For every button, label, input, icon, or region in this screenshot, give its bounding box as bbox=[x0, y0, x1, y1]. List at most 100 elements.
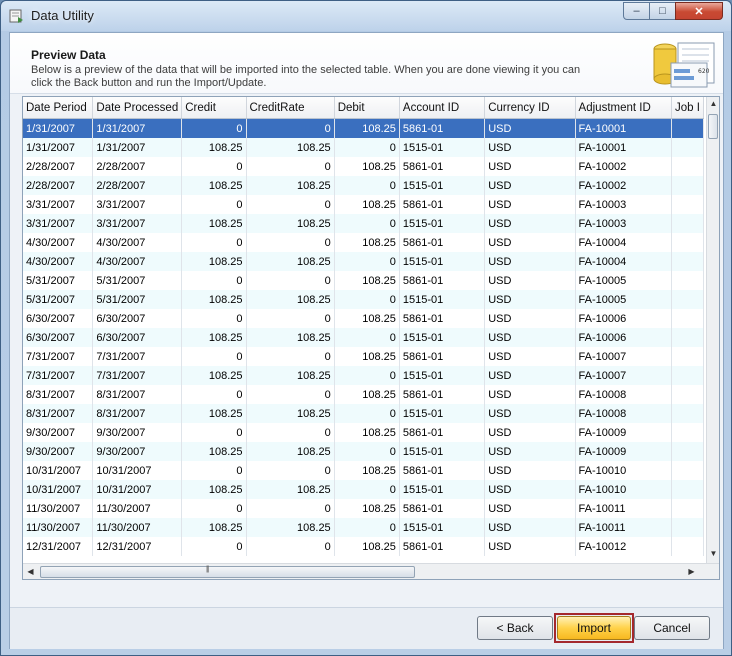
table-cell[interactable] bbox=[671, 366, 704, 385]
table-cell[interactable]: 108.25 bbox=[181, 404, 247, 423]
table-cell[interactable]: 0 bbox=[246, 499, 335, 518]
table-cell[interactable]: 0 bbox=[181, 347, 247, 366]
table-cell[interactable]: 108.25 bbox=[181, 176, 247, 195]
table-cell[interactable]: 2/28/2007 bbox=[92, 176, 183, 195]
table-cell[interactable] bbox=[671, 385, 704, 404]
title-bar[interactable]: Data Utility ‒ □ ✕ bbox=[1, 1, 731, 31]
table-cell[interactable]: FA-10001 bbox=[575, 138, 673, 157]
table-row[interactable]: 7/31/2007 7/31/2007 0 0 108.25 5861-01 USD FA-1… bbox=[23, 347, 704, 366]
table-cell[interactable]: 108.25 bbox=[334, 309, 400, 328]
scroll-down-arrow-icon[interactable]: ▼ bbox=[709, 549, 718, 559]
table-cell[interactable]: 11/30/2007 bbox=[23, 518, 94, 537]
table-cell[interactable]: FA-10011 bbox=[575, 499, 673, 518]
table-row[interactable]: 3/31/2007 3/31/2007 108.25 108.25 0 1515-01 US… bbox=[23, 214, 704, 233]
table-cell[interactable]: 108.25 bbox=[334, 537, 400, 556]
table-cell[interactable]: 1515-01 bbox=[399, 290, 486, 309]
table-cell[interactable]: 5/31/2007 bbox=[92, 271, 183, 290]
table-cell[interactable] bbox=[671, 138, 704, 157]
table-cell[interactable]: FA-10012 bbox=[575, 537, 673, 556]
table-cell[interactable]: 108.25 bbox=[181, 328, 247, 347]
table-cell[interactable]: 6/30/2007 bbox=[23, 309, 94, 328]
table-cell[interactable]: USD bbox=[484, 366, 576, 385]
table-row[interactable]: 11/30/2007 11/30/2007 0 0 108.25 5861-01 USD FA… bbox=[23, 499, 704, 518]
table-cell[interactable]: 3/31/2007 bbox=[92, 195, 183, 214]
table-row[interactable]: 2/28/2007 2/28/2007 108.25 108.25 0 1515-01 US… bbox=[23, 176, 704, 195]
table-row[interactable]: 9/30/2007 9/30/2007 0 0 108.25 5861-01 USD FA-1… bbox=[23, 423, 704, 442]
table-cell[interactable]: 5/31/2007 bbox=[23, 290, 94, 309]
table-cell[interactable] bbox=[671, 309, 704, 328]
table-cell[interactable]: 108.25 bbox=[334, 157, 400, 176]
table-cell[interactable]: 108.25 bbox=[334, 423, 400, 442]
table-cell[interactable]: 0 bbox=[246, 271, 335, 290]
table-cell[interactable]: 10/31/2007 bbox=[92, 461, 183, 480]
table-cell[interactable]: 108.25 bbox=[246, 404, 335, 423]
table-cell[interactable]: 10/31/2007 bbox=[23, 480, 94, 499]
table-cell[interactable]: 108.25 bbox=[246, 442, 335, 461]
table-cell[interactable]: 108.25 bbox=[334, 233, 400, 252]
table-cell[interactable] bbox=[671, 404, 704, 423]
table-cell[interactable]: 0 bbox=[181, 461, 247, 480]
table-cell[interactable]: 0 bbox=[334, 138, 400, 157]
table-cell[interactable]: 0 bbox=[246, 347, 335, 366]
table-cell[interactable]: 5/31/2007 bbox=[92, 290, 183, 309]
table-cell[interactable]: USD bbox=[484, 157, 576, 176]
table-cell[interactable]: 0 bbox=[246, 157, 335, 176]
table-cell[interactable]: 3/31/2007 bbox=[23, 214, 94, 233]
table-cell[interactable]: 0 bbox=[181, 499, 247, 518]
table-cell[interactable]: FA-10008 bbox=[575, 404, 673, 423]
table-cell[interactable]: 5861-01 bbox=[399, 195, 486, 214]
table-cell[interactable]: 108.25 bbox=[181, 518, 247, 537]
table-cell[interactable]: USD bbox=[484, 442, 576, 461]
table-cell[interactable]: USD bbox=[484, 233, 576, 252]
back-button[interactable]: < Back bbox=[477, 616, 553, 640]
table-cell[interactable]: 5861-01 bbox=[399, 537, 486, 556]
table-cell[interactable]: 1515-01 bbox=[399, 518, 486, 537]
table-cell[interactable]: 2/28/2007 bbox=[23, 157, 94, 176]
table-cell[interactable]: 1/31/2007 bbox=[23, 138, 94, 157]
table-cell[interactable]: 0 bbox=[246, 195, 335, 214]
table-cell[interactable]: 0 bbox=[334, 366, 400, 385]
table-cell[interactable]: 2/28/2007 bbox=[23, 176, 94, 195]
table-cell[interactable]: 108.25 bbox=[181, 290, 247, 309]
table-cell[interactable]: 0 bbox=[181, 423, 247, 442]
table-cell[interactable]: FA-10004 bbox=[575, 252, 673, 271]
table-cell[interactable]: 11/30/2007 bbox=[92, 518, 183, 537]
table-cell[interactable]: 0 bbox=[334, 176, 400, 195]
table-cell[interactable]: 4/30/2007 bbox=[23, 233, 94, 252]
table-cell[interactable]: FA-10002 bbox=[575, 176, 673, 195]
table-cell[interactable]: FA-10008 bbox=[575, 385, 673, 404]
table-cell[interactable] bbox=[671, 118, 704, 138]
table-cell[interactable]: 1515-01 bbox=[399, 138, 486, 157]
table-cell[interactable]: 1515-01 bbox=[399, 442, 486, 461]
table-cell[interactable]: 0 bbox=[334, 328, 400, 347]
table-cell[interactable]: 8/31/2007 bbox=[23, 385, 94, 404]
table-cell[interactable]: USD bbox=[484, 499, 576, 518]
table-cell[interactable] bbox=[671, 252, 704, 271]
close-button[interactable]: ✕ bbox=[675, 2, 723, 20]
column-header[interactable]: Credit bbox=[181, 97, 247, 119]
table-cell[interactable]: 5861-01 bbox=[399, 157, 486, 176]
table-cell[interactable]: FA-10011 bbox=[575, 518, 673, 537]
table-cell[interactable]: 108.25 bbox=[334, 118, 400, 138]
table-row[interactable]: 4/30/2007 4/30/2007 0 0 108.25 5861-01 USD FA-1… bbox=[23, 233, 704, 252]
table-cell[interactable]: 108.25 bbox=[246, 138, 335, 157]
table-cell[interactable]: 4/30/2007 bbox=[23, 252, 94, 271]
maximize-button[interactable]: □ bbox=[649, 2, 676, 20]
table-cell[interactable]: 108.25 bbox=[246, 290, 335, 309]
table-cell[interactable]: 6/30/2007 bbox=[92, 328, 183, 347]
table-cell[interactable]: 9/30/2007 bbox=[92, 423, 183, 442]
table-cell[interactable]: USD bbox=[484, 118, 576, 138]
table-cell[interactable]: USD bbox=[484, 537, 576, 556]
table-cell[interactable]: FA-10005 bbox=[575, 271, 673, 290]
table-cell[interactable]: 10/31/2007 bbox=[23, 461, 94, 480]
table-cell[interactable] bbox=[671, 176, 704, 195]
table-cell[interactable]: 0 bbox=[334, 442, 400, 461]
table-cell[interactable]: 1515-01 bbox=[399, 176, 486, 195]
table-cell[interactable]: 108.25 bbox=[181, 138, 247, 157]
table-row[interactable]: 2/28/2007 2/28/2007 0 0 108.25 5861-01 USD FA-1… bbox=[23, 157, 704, 176]
table-cell[interactable]: 0 bbox=[246, 423, 335, 442]
minimize-button[interactable]: ‒ bbox=[623, 2, 650, 20]
table-cell[interactable] bbox=[671, 347, 704, 366]
table-cell[interactable]: FA-10006 bbox=[575, 328, 673, 347]
table-cell[interactable]: 11/30/2007 bbox=[23, 499, 94, 518]
